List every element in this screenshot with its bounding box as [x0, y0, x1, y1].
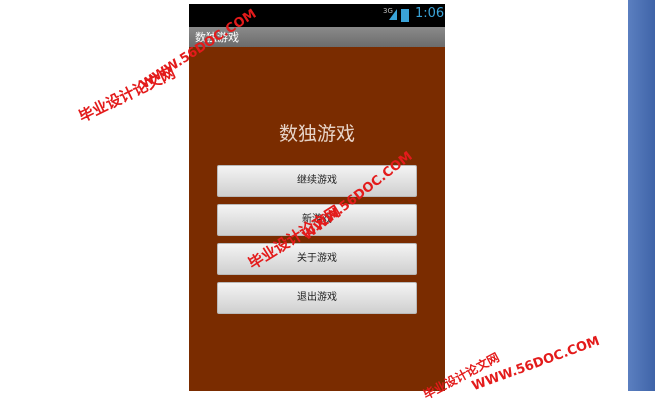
signal-icon [389, 9, 397, 20]
status-time: 1:06 [415, 6, 445, 21]
exit-game-button[interactable]: 退出游戏 [217, 282, 417, 314]
android-screen: 3G 1:06 数独游戏 数独游戏 继续游戏 新游戏 关于游戏 退出游戏 [189, 4, 445, 391]
game-heading: 数独游戏 [278, 123, 355, 145]
battery-icon [401, 9, 409, 22]
window-edge [628, 0, 655, 391]
